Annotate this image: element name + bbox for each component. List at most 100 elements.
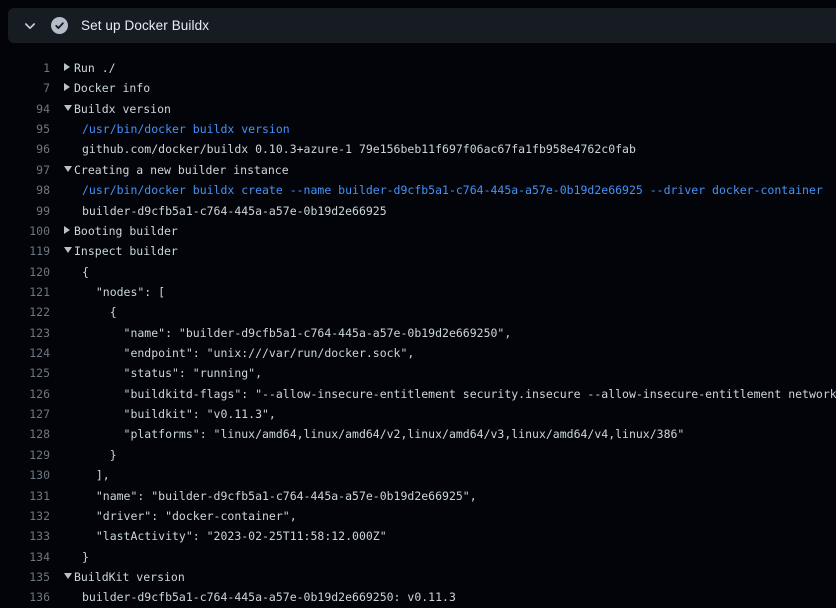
triangle-down-icon[interactable] xyxy=(64,160,74,180)
line-number[interactable]: 129 xyxy=(0,445,50,465)
log-line: 135 BuildKit version xyxy=(0,567,836,587)
output-text: builder-d9cfb5a1-c764-445a-a57e-0b19d2e6… xyxy=(64,587,836,607)
output-text: "platforms": "linux/amd64,linux/amd64/v2… xyxy=(64,424,836,444)
output-text: "buildkitd-flags": "--allow-insecure-ent… xyxy=(64,384,836,404)
output-text: "endpoint": "unix:///var/run/docker.sock… xyxy=(64,343,836,363)
log-line: 126 "buildkitd-flags": "--allow-insecure… xyxy=(0,384,836,404)
log-line: 134} xyxy=(0,547,836,567)
step-header[interactable]: Set up Docker Buildx xyxy=(8,8,836,43)
group-title: Inspect builder xyxy=(74,244,178,258)
output-text: "driver": "docker-container", xyxy=(64,506,836,526)
line-number[interactable]: 136 xyxy=(0,587,50,607)
triangle-right-icon[interactable] xyxy=(64,58,74,78)
log-group-header[interactable]: Creating a new builder instance xyxy=(64,160,836,180)
log-line: 123 "name": "builder-d9cfb5a1-c764-445a-… xyxy=(0,323,836,343)
output-text: builder-d9cfb5a1-c764-445a-a57e-0b19d2e6… xyxy=(64,201,836,221)
line-number[interactable]: 128 xyxy=(0,424,50,444)
line-number[interactable]: 131 xyxy=(0,486,50,506)
line-number[interactable]: 124 xyxy=(0,343,50,363)
line-number[interactable]: 94 xyxy=(0,99,50,119)
output-text: { xyxy=(64,302,836,322)
line-number[interactable]: 119 xyxy=(0,241,50,261)
log-line: 128 "platforms": "linux/amd64,linux/amd6… xyxy=(0,424,836,444)
output-text: "nodes": [ xyxy=(64,282,836,302)
triangle-right-icon[interactable] xyxy=(64,78,74,98)
output-text: ], xyxy=(64,465,836,485)
line-number[interactable]: 100 xyxy=(0,221,50,241)
log-line: 119 Inspect builder xyxy=(0,241,836,261)
group-title: BuildKit version xyxy=(74,570,185,584)
line-number[interactable]: 121 xyxy=(0,282,50,302)
output-text: } xyxy=(64,547,836,567)
check-circle-icon xyxy=(51,17,68,34)
output-text: { xyxy=(64,262,836,282)
output-text: } xyxy=(64,445,836,465)
line-number[interactable]: 98 xyxy=(0,180,50,200)
line-number[interactable]: 127 xyxy=(0,404,50,424)
line-number[interactable]: 134 xyxy=(0,547,50,567)
log-line: 100 Booting builder xyxy=(0,221,836,241)
line-number[interactable]: 96 xyxy=(0,139,50,159)
actions-log-viewer: Set up Docker Buildx 1 Run ./ 7 Docker info… xyxy=(0,0,836,604)
log-group-header[interactable]: BuildKit version xyxy=(64,567,836,587)
line-number[interactable]: 99 xyxy=(0,201,50,221)
log-lines: 1 Run ./ 7 Docker info 94 Buildx version 95/us… xyxy=(0,43,836,604)
log-group-header[interactable]: Inspect builder xyxy=(64,241,836,261)
command-text: /usr/bin/docker buildx create --name bui… xyxy=(64,180,836,200)
output-text: "buildkit": "v0.11.3", xyxy=(64,404,836,424)
log-line: 95/usr/bin/docker buildx version xyxy=(0,119,836,139)
log-line: 7 Docker info xyxy=(0,78,836,98)
line-number[interactable]: 123 xyxy=(0,323,50,343)
command-text: /usr/bin/docker buildx version xyxy=(64,119,836,139)
step-title: Set up Docker Buildx xyxy=(81,18,209,33)
output-text: "name": "builder-d9cfb5a1-c764-445a-a57e… xyxy=(64,486,836,506)
output-text: "name": "builder-d9cfb5a1-c764-445a-a57e… xyxy=(64,323,836,343)
log-line: 1 Run ./ xyxy=(0,58,836,78)
log-line: 133 "lastActivity": "2023-02-25T11:58:12… xyxy=(0,526,836,546)
line-number[interactable]: 126 xyxy=(0,384,50,404)
log-line: 127 "buildkit": "v0.11.3", xyxy=(0,404,836,424)
log-line: 99 builder-d9cfb5a1-c764-445a-a57e-0b19d2… xyxy=(0,201,836,221)
output-text: "lastActivity": "2023-02-25T11:58:12.000… xyxy=(64,526,836,546)
log-line: 94 Buildx version xyxy=(0,99,836,119)
group-title: Booting builder xyxy=(74,224,178,238)
chevron-down-icon[interactable] xyxy=(22,18,38,34)
line-number[interactable]: 132 xyxy=(0,506,50,526)
triangle-down-icon[interactable] xyxy=(64,99,74,119)
group-title: Run ./ xyxy=(74,61,116,75)
group-title: Buildx version xyxy=(74,102,171,116)
line-number[interactable]: 135 xyxy=(0,567,50,587)
log-line: 97 Creating a new builder instance xyxy=(0,160,836,180)
triangle-down-icon[interactable] xyxy=(64,241,74,261)
line-number[interactable]: 7 xyxy=(0,78,50,98)
line-number[interactable]: 1 xyxy=(0,58,50,78)
log-group-header[interactable]: Buildx version xyxy=(64,99,836,119)
line-number[interactable]: 95 xyxy=(0,119,50,139)
log-line: 136 builder-d9cfb5a1-c764-445a-a57e-0b19d… xyxy=(0,587,836,607)
line-number[interactable]: 120 xyxy=(0,262,50,282)
group-title: Creating a new builder instance xyxy=(74,163,289,177)
log-group-header[interactable]: Run ./ xyxy=(64,58,836,78)
output-text: "status": "running", xyxy=(64,363,836,383)
line-number[interactable]: 122 xyxy=(0,302,50,322)
log-line: 130 ], xyxy=(0,465,836,485)
output-text: github.com/docker/buildx 0.10.3+azure-1 … xyxy=(64,139,836,159)
line-number[interactable]: 125 xyxy=(0,363,50,383)
log-line: 125 "status": "running", xyxy=(0,363,836,383)
triangle-right-icon[interactable] xyxy=(64,221,74,241)
log-line: 96 github.com/docker/buildx 0.10.3+azure-… xyxy=(0,139,836,159)
log-line: 122 { xyxy=(0,302,836,322)
line-number[interactable]: 97 xyxy=(0,160,50,180)
log-line: 131 "name": "builder-d9cfb5a1-c764-445a-… xyxy=(0,486,836,506)
line-number[interactable]: 130 xyxy=(0,465,50,485)
line-number[interactable]: 133 xyxy=(0,526,50,546)
log-line: 132 "driver": "docker-container", xyxy=(0,506,836,526)
log-line: 98/usr/bin/docker buildx create --name b… xyxy=(0,180,836,200)
log-line: 124 "endpoint": "unix:///var/run/docker.… xyxy=(0,343,836,363)
triangle-down-icon[interactable] xyxy=(64,567,74,587)
log-group-header[interactable]: Booting builder xyxy=(64,221,836,241)
log-group-header[interactable]: Docker info xyxy=(64,78,836,98)
group-title: Docker info xyxy=(74,81,150,95)
log-line: 120 { xyxy=(0,262,836,282)
log-line: 129 } xyxy=(0,445,836,465)
